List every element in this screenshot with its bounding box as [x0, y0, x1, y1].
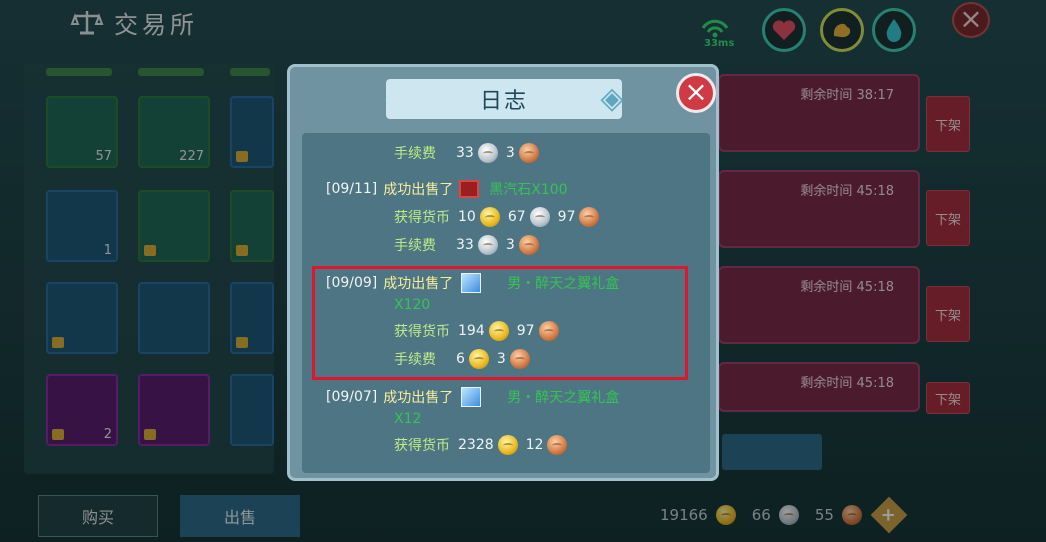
dialog-header: 日志 — [386, 79, 622, 119]
fee-silver: 33 — [456, 237, 474, 253]
fee-row: 手续费 33 3 — [394, 141, 539, 165]
fee-label: 手续费 — [394, 238, 436, 254]
log-entry-header: [09/11] 成功出售了 黑汽石X100 — [326, 177, 568, 201]
log-item-qty: X12 — [394, 411, 422, 427]
earn-copper: 97 — [557, 209, 576, 225]
highlight-box — [312, 266, 688, 380]
silver-coin-icon — [477, 143, 498, 163]
silver-coin-icon — [477, 235, 498, 255]
earn-copper: 12 — [525, 437, 544, 453]
log-item-name: 黑汽石X100 — [489, 182, 568, 198]
copper-coin-icon — [547, 435, 568, 455]
close-icon: × — [684, 75, 708, 108]
fee-row: 手续费 33 3 — [394, 233, 539, 257]
ice-wing-icon — [461, 387, 482, 407]
log-date: [09/11] — [326, 181, 378, 197]
copper-coin-icon — [518, 235, 539, 255]
dialog-title: 日志 — [479, 89, 528, 114]
gold-coin-icon — [479, 207, 500, 227]
ornament-right-icon: ◈ — [600, 81, 624, 116]
log-date: [09/07] — [326, 389, 378, 405]
silver-coin-icon — [529, 207, 550, 227]
fee-copper: 3 — [505, 145, 515, 161]
fee-label: 手续费 — [394, 146, 436, 162]
earnings-row: 获得货币 10 67 97 — [394, 205, 600, 229]
earnings-label: 获得货币 — [394, 438, 450, 454]
earnings-label: 获得货币 — [394, 210, 450, 226]
log-action: 成功出售了 — [383, 390, 454, 406]
copper-coin-icon — [518, 143, 539, 163]
copper-coin-icon — [579, 207, 600, 227]
gift-box-icon — [459, 180, 480, 198]
close-dialog-button[interactable]: × — [676, 73, 716, 113]
earnings-row: 获得货币 2328 12 — [394, 433, 568, 457]
log-item-name: 男・醉天之翼礼盒 — [507, 390, 620, 406]
gold-coin-icon — [497, 435, 518, 455]
log-action: 成功出售了 — [383, 182, 454, 198]
log-entry-header: [09/07] 成功出售了 男・醉天之翼礼盒 — [326, 385, 619, 409]
trading-house-screen: { "header":{"title":"交易所","ping":"33ms"}… — [0, 0, 1046, 542]
fee-silver: 33 — [456, 145, 474, 161]
earn-silver: 67 — [507, 209, 526, 225]
earn-gold: 10 — [458, 209, 476, 225]
fee-copper: 3 — [505, 237, 515, 253]
log-item-quantity: X12 — [394, 407, 421, 431]
earn-gold: 2328 — [458, 437, 494, 453]
